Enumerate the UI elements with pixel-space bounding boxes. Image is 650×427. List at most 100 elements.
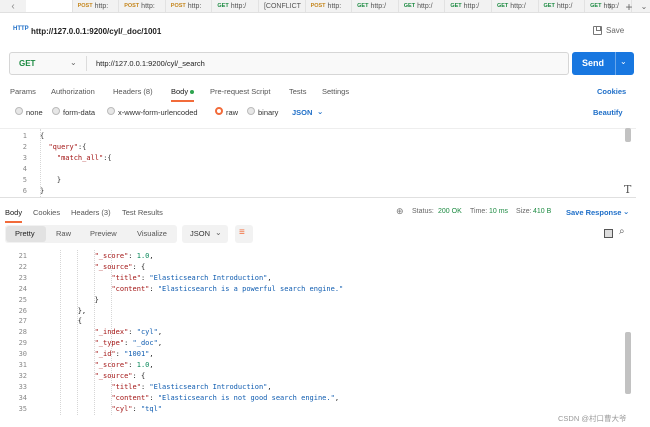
request-tab-method: POST	[310, 3, 326, 9]
search-icon[interactable]: ⌕	[619, 226, 625, 237]
radio-none[interactable]	[15, 107, 23, 115]
response-editor-scrollbar[interactable]	[625, 332, 631, 394]
request-tab[interactable]: [CONFLICT	[259, 0, 306, 12]
request-tab-label: http:/	[370, 2, 387, 10]
radio-form-data[interactable]	[52, 107, 60, 115]
chevron-down-icon[interactable]: ⌄	[70, 58, 77, 67]
size-value[interactable]: 410 B	[533, 208, 551, 215]
tab-params[interactable]: Params	[10, 87, 36, 96]
code-line: }	[40, 176, 62, 184]
cookies-link[interactable]: Cookies	[597, 87, 626, 96]
request-tab[interactable]: POST http:	[306, 0, 353, 12]
request-tab[interactable]: GET http:/	[399, 0, 446, 12]
tab-body[interactable]: Body	[171, 87, 195, 102]
globe-icon[interactable]: ⊕	[396, 206, 404, 217]
request-tab-label: http:/	[417, 2, 433, 10]
send-label: Send	[582, 58, 605, 68]
copy-icon[interactable]	[604, 229, 613, 238]
line-number: 29	[18, 339, 27, 348]
time-value[interactable]: 10 ms	[489, 208, 508, 215]
request-tab-label: http:	[327, 2, 342, 10]
chevron-down-icon[interactable]: ⌄	[317, 107, 323, 116]
request-tab[interactable]: POST http:	[73, 0, 120, 12]
line-number: 27	[18, 317, 27, 326]
send-options-chevron-icon[interactable]: ⌄	[620, 57, 627, 66]
method-select[interactable]: GET	[19, 59, 35, 68]
response-toolbar: Pretty Raw Preview Visualize JSON ⌄ ≡ ⌕	[0, 224, 650, 244]
http-request-icon: HTTP	[13, 26, 29, 32]
request-tab[interactable]	[26, 0, 73, 12]
code-line: "_type": "_doc",	[94, 339, 163, 348]
status-value[interactable]: 200 OK	[438, 208, 462, 215]
body-type-row: none form-data x-www-form-urlencoded raw…	[0, 106, 650, 120]
code-line: "_source": {	[94, 262, 146, 271]
tab-tests[interactable]: Tests	[289, 87, 307, 96]
request-tab-method: GET	[357, 3, 369, 9]
request-tab-label: [CONFLICT	[263, 2, 301, 10]
request-tabs: Params Authorization Headers (8) Body Pr…	[0, 82, 650, 102]
tab-settings[interactable]: Settings	[322, 87, 349, 96]
beautify-button[interactable]: Beautify	[593, 108, 623, 117]
radio-urlencoded[interactable]	[107, 107, 115, 115]
save-button[interactable]: Save	[593, 26, 624, 35]
line-number: 35	[18, 404, 27, 413]
request-tab-method: GET	[543, 3, 555, 9]
tab-pre-request-script[interactable]: Pre-request Script	[210, 87, 270, 96]
response-tab-test-results[interactable]: Test Results	[122, 208, 163, 217]
status-label: Status:	[412, 208, 434, 215]
tabs-scroll-left-icon[interactable]: ‹	[0, 0, 26, 12]
body-format-select[interactable]: JSON	[292, 108, 312, 117]
radio-binary[interactable]	[247, 107, 255, 115]
request-title[interactable]: http://127.0.0.1:9200/cyl/_doc/1001	[31, 27, 161, 36]
watermark: CSDN @村口曹大爷	[558, 414, 627, 423]
code-line: "content": "Elasticsearch is a powerful …	[111, 284, 344, 293]
request-editor-scrollbar[interactable]	[625, 128, 631, 142]
view-preview[interactable]: Preview	[90, 229, 117, 238]
response-format-select[interactable]: JSON ⌄	[182, 225, 228, 243]
tab-authorization[interactable]: Authorization	[51, 87, 95, 96]
tabs-scroll-right-icon[interactable]: ›	[604, 0, 616, 13]
request-tab[interactable]: GET http:/	[445, 0, 492, 12]
code-line: "title": "Elasticsearch Introduction",	[111, 382, 272, 391]
radio-binary-label: binary	[258, 108, 279, 117]
view-raw[interactable]: Raw	[56, 229, 71, 238]
request-tab[interactable]: GET http:/	[539, 0, 586, 12]
line-number: 34	[18, 393, 27, 402]
line-number: 33	[18, 382, 27, 391]
response-tab-body[interactable]: Body	[5, 208, 23, 223]
save-response-button[interactable]: Save Response	[566, 208, 621, 217]
code-line: },	[44, 306, 87, 315]
request-tab[interactable]: GET http:/	[352, 0, 399, 12]
request-tab-method: POST	[77, 3, 93, 9]
url-divider	[86, 56, 87, 71]
view-pretty[interactable]: Pretty	[15, 229, 35, 238]
request-tab[interactable]: GET http:/	[212, 0, 259, 12]
request-tab[interactable]: POST http:	[119, 0, 166, 12]
radio-raw[interactable]	[215, 107, 223, 115]
response-tab-cookies[interactable]: Cookies	[33, 208, 60, 217]
request-body-editor[interactable]: 1 {2 "query":{3 "match_all":{4 5 } 6}	[0, 128, 636, 198]
code-line: "title": "Elasticsearch Introduction",	[111, 273, 272, 282]
response-body-editor[interactable]: 21 "_score": 1.0, 22 "_source": {23 "titl…	[0, 250, 636, 415]
code-line: "match_all":{	[56, 154, 112, 162]
tab-headers[interactable]: Headers (8)	[113, 87, 153, 96]
send-button[interactable]: Send ⌄	[572, 52, 634, 75]
request-tab[interactable]: POST http:	[166, 0, 213, 12]
response-tab-headers[interactable]: Headers (3)	[71, 208, 111, 217]
radio-none-label: none	[26, 108, 43, 117]
chevron-down-icon[interactable]: ⌄	[623, 207, 629, 216]
request-tab-label: http:	[94, 2, 109, 10]
view-visualize[interactable]: Visualize	[137, 229, 167, 238]
tabs-dropdown-icon[interactable]: ⌄	[638, 0, 650, 13]
save-icon	[593, 26, 602, 35]
line-number: 21	[18, 252, 27, 260]
wrap-lines-button[interactable]: ≡	[235, 225, 253, 243]
request-tab[interactable]: GET http:/	[492, 0, 539, 12]
new-tab-icon[interactable]: +	[622, 0, 636, 14]
code-line: "_score": 1.0,	[94, 361, 154, 369]
request-tab-label: http:/	[556, 2, 573, 10]
request-tab-strip: ‹ POST http: POST http: POST http: GET http:/[C…	[0, 0, 650, 13]
code-line: "content": "Elasticsearch is not good se…	[111, 393, 340, 402]
url-input[interactable]: http://127.0.0.1:9200/cyl/_search	[96, 59, 205, 68]
line-number: 28	[18, 328, 27, 337]
